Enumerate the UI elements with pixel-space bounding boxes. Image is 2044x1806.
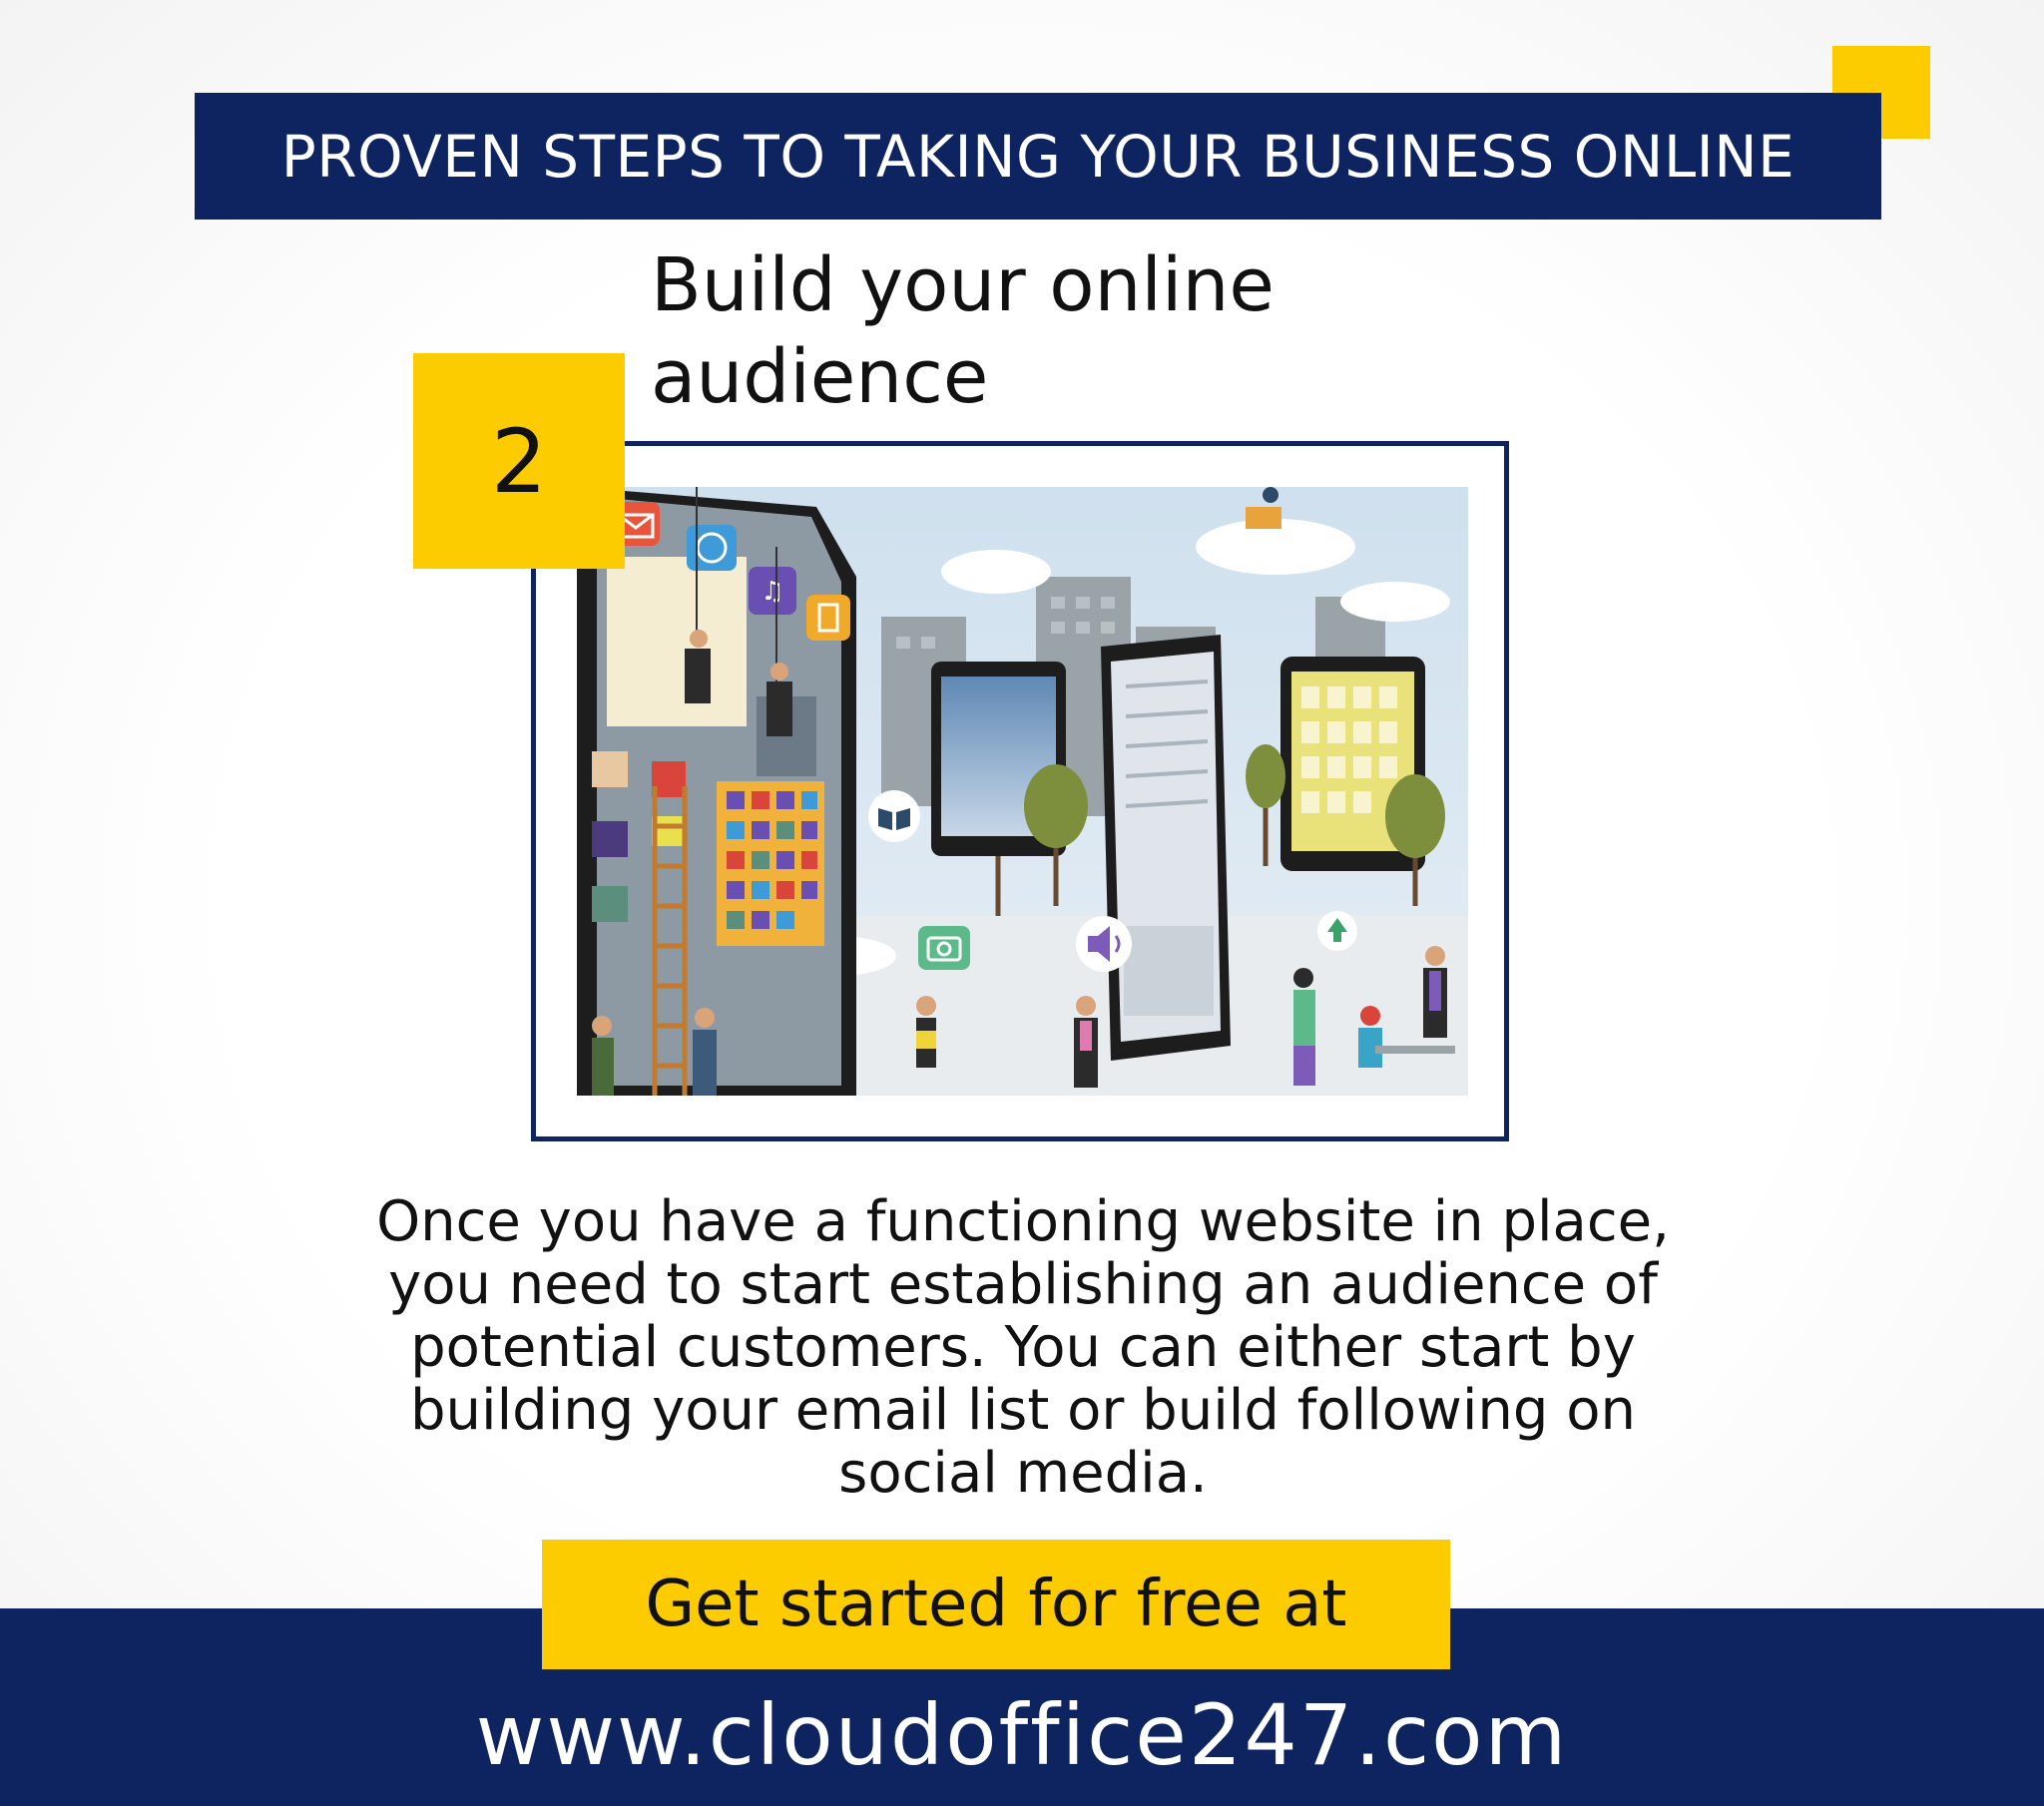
music-icon: ♫ [749, 567, 796, 615]
file-icon [806, 595, 850, 641]
step-number: 2 [491, 409, 547, 513]
step-number-badge: 2 [413, 353, 625, 569]
speaker-icon [1076, 916, 1132, 972]
step-heading: Build your online audience [651, 242, 1275, 420]
website-link[interactable]: www.cloudoffice247.com [0, 1686, 2044, 1784]
header-title: PROVEN STEPS TO TAKING YOUR BUSINESS ONL… [280, 122, 1795, 191]
header-banner: PROVEN STEPS TO TAKING YOUR BUSINESS ONL… [195, 93, 1881, 220]
digital-city-illustration: ♫ [577, 487, 1468, 1096]
upload-icon [1317, 911, 1357, 951]
clock-icon [687, 525, 737, 571]
body-paragraph: Once you have a functioning website in p… [376, 1189, 1670, 1506]
bookshelf-grid [717, 781, 824, 946]
cta-box: Get started for free at [542, 1540, 1450, 1669]
book-icon [868, 790, 920, 842]
tall-smartphone [1101, 635, 1231, 1061]
cta-label: Get started for free at [645, 1568, 1347, 1641]
svg-text:♫: ♫ [761, 577, 783, 607]
camera-icon [918, 926, 970, 970]
